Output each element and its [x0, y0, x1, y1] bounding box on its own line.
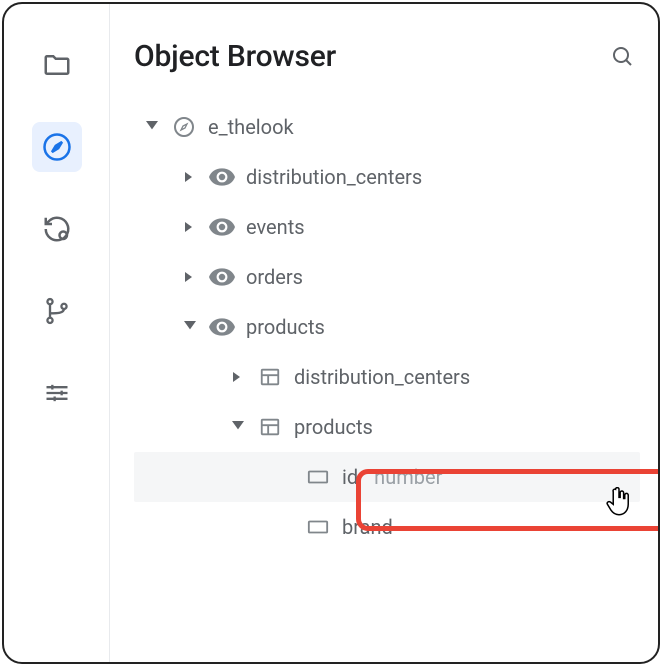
tree-label: events — [246, 215, 305, 239]
tree-row-project[interactable]: e_thelook — [134, 102, 640, 152]
tree-row-field[interactable]: brand — [134, 502, 640, 552]
sidebar-item-branch[interactable] — [32, 286, 82, 336]
tree-label: products — [294, 415, 373, 439]
tree-label: e_thelook — [208, 115, 294, 139]
tree-row-table[interactable]: products — [134, 402, 640, 452]
tree-row-table[interactable]: distribution_centers — [134, 352, 640, 402]
caret-down-icon — [230, 421, 246, 433]
caret-down-icon — [144, 121, 160, 133]
field-icon — [304, 519, 332, 535]
field-icon — [304, 469, 332, 485]
table-icon — [256, 416, 284, 438]
sidebar-item-folder[interactable] — [32, 40, 82, 90]
tree-label: distribution_centers — [294, 365, 470, 389]
header: Object Browser — [134, 38, 640, 74]
tree-row-view[interactable]: orders — [134, 252, 640, 302]
sidebar-item-history[interactable] — [32, 204, 82, 254]
tree-label: distribution_centers — [246, 165, 422, 189]
tree-label: id — [342, 465, 358, 489]
caret-right-icon — [230, 371, 246, 383]
branch-icon — [43, 297, 71, 325]
search-icon — [610, 44, 634, 68]
eye-icon — [208, 217, 236, 237]
eye-icon — [208, 167, 236, 187]
sidebar — [4, 4, 110, 662]
tree: e_thelook distribution_centers events — [134, 102, 640, 552]
history-icon — [42, 214, 72, 244]
sidebar-item-compass[interactable] — [32, 122, 82, 172]
page-title: Object Browser — [134, 39, 336, 74]
caret-right-icon — [182, 221, 198, 233]
tree-label: products — [246, 315, 325, 339]
tune-icon — [43, 379, 71, 407]
compass-outline-icon — [170, 115, 198, 139]
tree-row-view[interactable]: distribution_centers — [134, 152, 640, 202]
caret-down-icon — [182, 321, 198, 333]
search-button[interactable] — [604, 38, 640, 74]
caret-right-icon — [182, 171, 198, 183]
folder-icon — [42, 50, 72, 80]
tree-label: orders — [246, 265, 303, 289]
eye-icon — [208, 267, 236, 287]
eye-icon — [208, 317, 236, 337]
tree-row-field-highlighted[interactable]: id number — [134, 452, 640, 502]
tree-row-view[interactable]: events — [134, 202, 640, 252]
sidebar-item-tune[interactable] — [32, 368, 82, 418]
tree-row-view[interactable]: products — [134, 302, 640, 352]
field-type: number — [374, 465, 442, 489]
compass-icon — [42, 132, 72, 162]
tree-label: brand — [342, 515, 393, 539]
caret-right-icon — [182, 271, 198, 283]
table-icon — [256, 366, 284, 388]
main-panel: Object Browser e_thelook — [110, 4, 658, 662]
